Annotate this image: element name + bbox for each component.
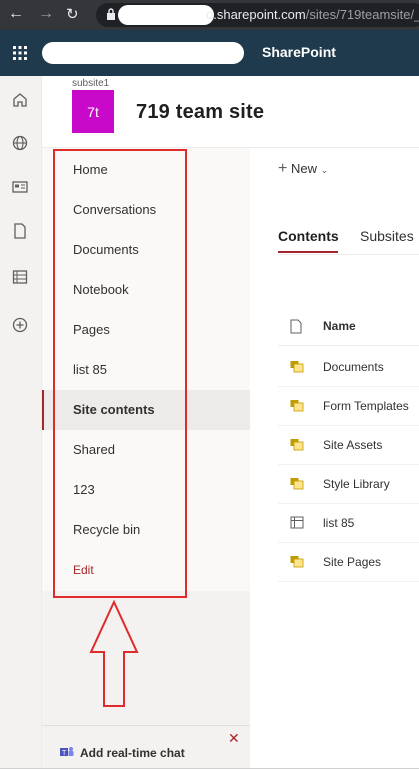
suite-title[interactable]: SharePoint (262, 44, 336, 60)
app-launcher-button[interactable] (0, 30, 40, 76)
annotation-arrow-icon (89, 600, 139, 707)
close-icon[interactable]: ✕ (228, 730, 240, 747)
new-label: New (290, 161, 317, 176)
create-icon[interactable] (11, 316, 29, 334)
new-button[interactable]: + New ⌄ (278, 160, 328, 178)
address-bar[interactable]: o.sharepoint.com/sites/719teamsite/_la (96, 3, 419, 27)
active-tab-indicator (278, 251, 338, 253)
annotation-highlight-box (53, 149, 187, 598)
browser-toolbar: ← → ↻ o.sharepoint.com/sites/719teamsite… (0, 0, 419, 30)
selected-indicator (42, 390, 44, 430)
forward-arrow-icon[interactable]: → (38, 5, 54, 23)
breadcrumb[interactable]: subsite1 (72, 78, 109, 89)
name-column-header[interactable]: Name (323, 319, 356, 333)
file-type-icon[interactable] (290, 319, 302, 334)
app-bar (0, 76, 42, 769)
table-row[interactable]: Documents (278, 348, 419, 387)
column-header: Name (278, 308, 419, 346)
tab-subsites[interactable]: Subsites (360, 228, 414, 244)
row-name[interactable]: list 85 (323, 516, 354, 530)
lists-icon[interactable] (11, 268, 29, 286)
table-row[interactable]: Style Library (278, 465, 419, 504)
teams-icon: T (60, 747, 74, 757)
row-name[interactable]: Site Pages (323, 555, 381, 569)
site-logo[interactable]: 7t (72, 90, 114, 133)
add-chat-link[interactable]: Add real-time chat (80, 746, 185, 760)
redacted-region (118, 5, 214, 25)
tab-contents[interactable]: Contents (278, 228, 339, 244)
file-icon[interactable] (11, 222, 29, 240)
site-title[interactable]: 719 team site (136, 101, 264, 124)
back-arrow-icon[interactable]: ← (8, 5, 24, 23)
news-icon[interactable] (11, 178, 29, 196)
svg-text:T: T (62, 750, 67, 757)
lock-icon (107, 8, 115, 20)
reload-icon[interactable]: ↻ (66, 5, 79, 23)
chat-promo: T Add real-time chat ✕ (42, 725, 250, 769)
row-name[interactable]: Form Templates (323, 399, 409, 413)
site-header: subsite1 7t 719 team site (42, 76, 419, 148)
suite-bar: SharePoint (0, 30, 419, 76)
table-row[interactable]: list 85 (278, 504, 419, 543)
url-text: o.sharepoint.com/sites/719teamsite/_la (206, 7, 419, 22)
table-row[interactable]: Form Templates (278, 387, 419, 426)
list-icon (290, 516, 304, 529)
row-name[interactable]: Style Library (323, 477, 390, 491)
globe-icon[interactable] (11, 134, 29, 152)
tabs-divider (278, 254, 419, 255)
table-row[interactable]: Site Pages (278, 543, 419, 582)
row-name[interactable]: Site Assets (323, 438, 382, 452)
waffle-icon (13, 46, 27, 60)
redacted-region (42, 42, 244, 64)
library-icon (290, 400, 304, 412)
library-icon (290, 361, 304, 373)
library-icon (290, 478, 304, 490)
plus-icon: + (278, 160, 288, 177)
chevron-down-icon: ⌄ (320, 165, 329, 175)
row-name[interactable]: Documents (323, 360, 384, 374)
table-row[interactable]: Site Assets (278, 426, 419, 465)
library-icon (290, 439, 304, 451)
library-icon (290, 556, 304, 568)
main-content: + New ⌄ Contents Subsites Name Documents… (250, 148, 419, 769)
home-icon[interactable] (11, 91, 29, 109)
